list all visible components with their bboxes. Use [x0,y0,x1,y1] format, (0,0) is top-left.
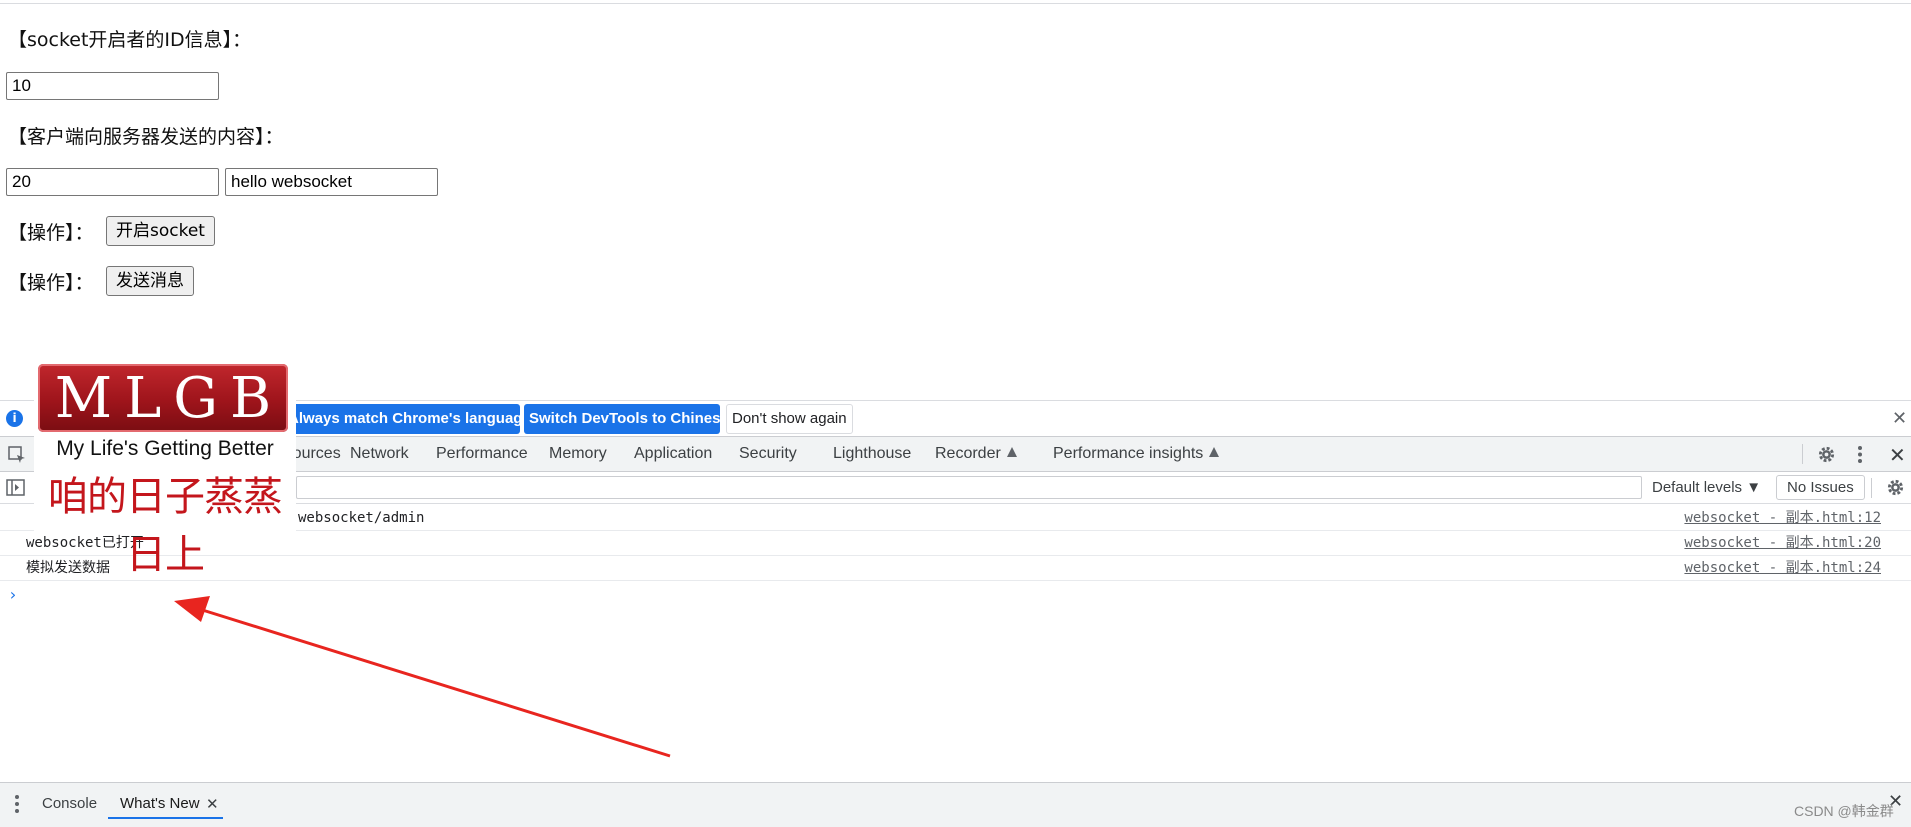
drawer-menu-icon[interactable] [14,794,20,814]
drawer-tab-whats-new[interactable]: What's New [120,789,200,819]
mlgb-logo: MLGB My Life's Getting Better 咱的日子蒸蒸日上 [34,361,296,578]
devtools-drawer: Console What's New ✕ ✕ [0,782,1911,827]
active-tab-indicator [108,817,223,819]
logo-slogan: My Life's Getting Better [56,437,274,460]
logo-banner: MLGB [38,364,288,432]
logo-chinese-slogan: 咱的日子蒸蒸日上 [48,474,283,578]
drawer-tab-console[interactable]: Console [42,789,97,819]
csdn-watermark: CSDN @韩金群 [1794,803,1894,819]
close-tab-icon[interactable]: ✕ [206,795,219,813]
logo-mark: MLGB [54,366,284,431]
